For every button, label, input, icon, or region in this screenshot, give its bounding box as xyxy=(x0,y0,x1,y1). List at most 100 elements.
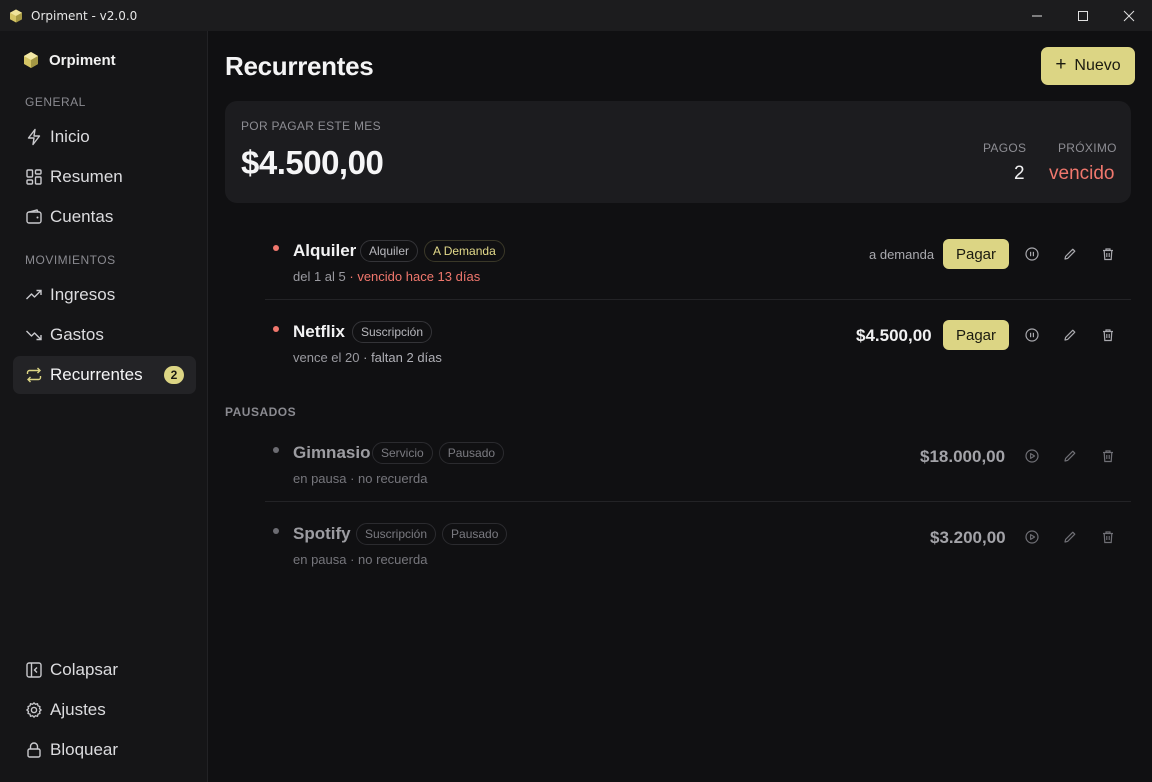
plus-icon: + xyxy=(1055,54,1067,75)
category-tag: Servicio xyxy=(372,442,433,464)
delete-button[interactable] xyxy=(1098,446,1118,466)
close-button[interactable] xyxy=(1106,0,1152,31)
lock-icon xyxy=(24,740,44,760)
pause-button[interactable] xyxy=(1022,244,1042,264)
category-tag: Suscripción xyxy=(356,523,437,545)
item-subtitle: vence el 20 · faltan 2 días xyxy=(293,350,442,365)
item-subtitle: en pausa · no recuerda xyxy=(293,552,428,567)
item-amount: $18.000,00 xyxy=(920,447,1006,466)
edit-button[interactable] xyxy=(1060,527,1080,547)
delete-button[interactable] xyxy=(1098,527,1118,547)
main-content: Recurrentes + Nuevo POR PAGAR ESTE MES $… xyxy=(209,31,1152,782)
sidebar-item-inicio[interactable]: Inicio xyxy=(13,118,196,156)
pencil-icon xyxy=(1064,531,1076,543)
edit-button[interactable] xyxy=(1060,244,1080,264)
play-icon xyxy=(1025,449,1039,463)
item-name: Alquiler xyxy=(293,241,357,260)
sidebar-item-label: Recurrentes xyxy=(50,365,143,384)
new-recurring-button[interactable]: + Nuevo xyxy=(1041,47,1135,85)
recurring-row-gimnasio: Gimnasio Servicio Pausado en pausa · no … xyxy=(265,425,1131,506)
sidebar-item-colapsar[interactable]: Colapsar xyxy=(13,651,196,689)
pay-button[interactable]: Pagar xyxy=(943,239,1009,269)
grid-icon xyxy=(24,167,44,187)
pencil-icon xyxy=(1064,248,1076,260)
item-subtitle: en pausa · no recuerda xyxy=(293,471,428,486)
maximize-button[interactable] xyxy=(1060,0,1106,31)
pause-icon xyxy=(1025,247,1039,261)
sidebar-item-label: Ajustes xyxy=(50,700,106,719)
wallet-icon xyxy=(24,207,44,227)
item-subtitle: del 1 al 5 · vencido hace 13 días xyxy=(293,269,480,284)
mode-tag: A Demanda xyxy=(424,240,505,262)
pause-icon xyxy=(1025,328,1039,342)
paused-tag: Pausado xyxy=(438,442,505,464)
recurring-row-netflix: Netflix Suscripción vence el 20 · faltan… xyxy=(265,304,1131,385)
summary-amount: $4.500,00 xyxy=(241,144,384,181)
sidebar-item-cuentas[interactable]: Cuentas xyxy=(13,198,196,236)
sidebar-item-label: Bloquear xyxy=(50,740,119,759)
trash-icon xyxy=(1103,531,1113,544)
repeat-icon xyxy=(24,365,44,385)
brand[interactable]: Orpiment xyxy=(22,51,116,69)
sidebar-item-label: Ingresos xyxy=(50,285,116,304)
play-icon xyxy=(1025,530,1039,544)
pencil-icon xyxy=(1064,329,1076,341)
pause-button[interactable] xyxy=(1022,325,1042,345)
section-label-general: GENERAL xyxy=(25,95,86,109)
delete-button[interactable] xyxy=(1098,244,1118,264)
sidebar: Orpiment GENERAL Inicio Resumen Cuentas … xyxy=(0,31,208,782)
item-amount: $3.200,00 xyxy=(930,528,1006,547)
sidebar-item-label: Cuentas xyxy=(50,207,114,226)
sidebar-item-label: Inicio xyxy=(50,127,90,146)
overdue-text: · vencido hace 13 días xyxy=(349,269,481,284)
sidebar-item-bloquear[interactable]: Bloquear xyxy=(13,731,196,769)
sidebar-item-resumen[interactable]: Resumen xyxy=(13,158,196,196)
title-bar: Orpiment - v2.0.0 xyxy=(0,0,1152,31)
maximize-icon xyxy=(1078,10,1088,21)
status-dot xyxy=(273,447,279,453)
edit-button[interactable] xyxy=(1060,325,1080,345)
category-tag: Alquiler xyxy=(360,240,419,262)
lightning-icon xyxy=(24,127,44,147)
count-badge: 2 xyxy=(164,366,184,384)
window-title: Orpiment - v2.0.0 xyxy=(31,8,138,23)
next-label: PRÓXIMO xyxy=(1058,141,1117,155)
section-label-movimientos: MOVIMIENTOS xyxy=(25,253,116,267)
on-demand-text: a demanda xyxy=(869,247,935,262)
item-name: Gimnasio xyxy=(293,443,371,462)
paused-tag: Pausado xyxy=(442,523,508,545)
due-text: · faltan 2 días xyxy=(363,350,442,365)
item-amount: $4.500,00 xyxy=(856,326,932,345)
sidebar-item-recurrentes[interactable]: Recurrentes 2 xyxy=(13,356,196,394)
trash-icon xyxy=(1103,329,1113,342)
recurring-row-spotify: Spotify Suscripción Pausado en pausa · n… xyxy=(265,506,1131,587)
edit-button[interactable] xyxy=(1060,446,1080,466)
gear-icon xyxy=(24,700,44,720)
app-window: Orpiment - v2.0.0 Orpiment GENERAL Inici… xyxy=(0,0,1152,782)
sidebar-item-label: Gastos xyxy=(50,325,104,344)
trash-icon xyxy=(1103,450,1113,463)
sidebar-item-ingresos[interactable]: Ingresos xyxy=(13,276,196,314)
minimize-button[interactable] xyxy=(1014,0,1060,31)
next-value: vencido xyxy=(1049,163,1115,184)
delete-button[interactable] xyxy=(1098,325,1118,345)
summary-label: POR PAGAR ESTE MES xyxy=(241,119,381,133)
schedule-text: del 1 al 5 xyxy=(293,269,346,284)
sidebar-item-gastos[interactable]: Gastos xyxy=(13,316,196,354)
status-dot xyxy=(273,528,279,534)
summary-card: POR PAGAR ESTE MES $4.500,00 PAGOS 2 PRÓ… xyxy=(225,101,1131,203)
pay-button[interactable]: Pagar xyxy=(943,320,1009,350)
sidebar-item-ajustes[interactable]: Ajustes xyxy=(13,691,196,729)
status-dot xyxy=(273,245,279,251)
trend-down-icon xyxy=(24,325,44,345)
brand-logo-icon xyxy=(24,52,38,68)
sidebar-item-label: Resumen xyxy=(50,167,123,186)
recurring-row-alquiler: Alquiler Alquiler A Demanda del 1 al 5 ·… xyxy=(265,223,1131,304)
row-divider xyxy=(265,501,1131,502)
row-divider xyxy=(265,299,1131,300)
collapse-icon xyxy=(24,660,44,680)
category-tag: Suscripción xyxy=(352,321,433,343)
close-icon xyxy=(1123,10,1135,21)
resume-button[interactable] xyxy=(1022,527,1042,547)
resume-button[interactable] xyxy=(1022,446,1042,466)
